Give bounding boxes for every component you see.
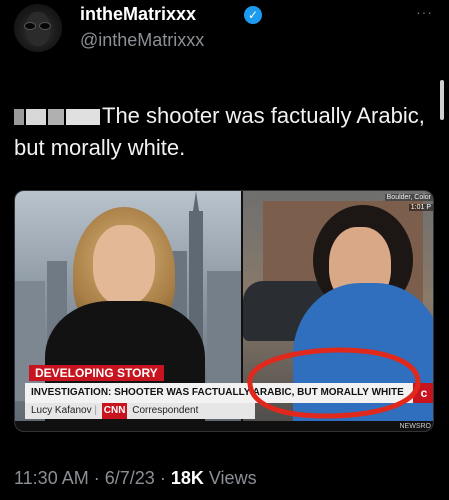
byline-name: Lucy Kafanov [31,405,92,416]
chyron-end-cap: c [413,383,433,403]
chyron-byline: Lucy Kafanov | CNN Correspondent [25,403,255,419]
separator-dot: · [159,468,166,488]
cnn-logo: CNN [101,403,128,419]
views-count: 18K [170,468,204,488]
developing-story-tag: DEVELOPING STORY [29,365,164,381]
tweet-date: 6/7/23 [104,468,155,488]
byline-role: Correspondent [132,405,199,416]
tweet-media-image[interactable]: Boulder, Color 1:01 P DEVELOPING STORY I… [14,190,434,432]
chyron-bottom-strip [15,421,433,431]
redacted-text [14,103,102,128]
news-chyron: DEVELOPING STORY INVESTIGATION: SHOOTER … [15,363,433,431]
more-horizontal-icon[interactable]: ··· [416,4,433,20]
tweet-time: 11:30 AM [14,468,89,488]
tweet-header: intheMatrixxx ✓ @intheMatrixxx ··· [0,0,449,60]
newsroom-label: NEWSRO [399,423,432,430]
location-label: Boulder, Color [384,194,433,201]
sunglasses-icon [24,22,52,30]
scrollbar[interactable] [440,80,444,120]
chyron-headline: INVESTIGATION: SHOOTER WAS FACTUALLY ARA… [25,383,425,403]
views-label: Views [208,468,257,488]
user-handle[interactable]: @intheMatrixxx [80,30,204,51]
tweet-text: The shooter was factually Arabic, but mo… [14,100,434,164]
separator-dot: · [93,468,100,488]
verified-badge-icon: ✓ [244,6,262,24]
avatar[interactable] [14,4,62,52]
tweet-timestamp[interactable]: 11:30 AM · 6/7/23 · 18K Views [14,468,257,489]
anchor-face [93,225,155,305]
display-name[interactable]: intheMatrixxx [80,4,196,25]
time-label: 1:01 P [408,204,433,211]
